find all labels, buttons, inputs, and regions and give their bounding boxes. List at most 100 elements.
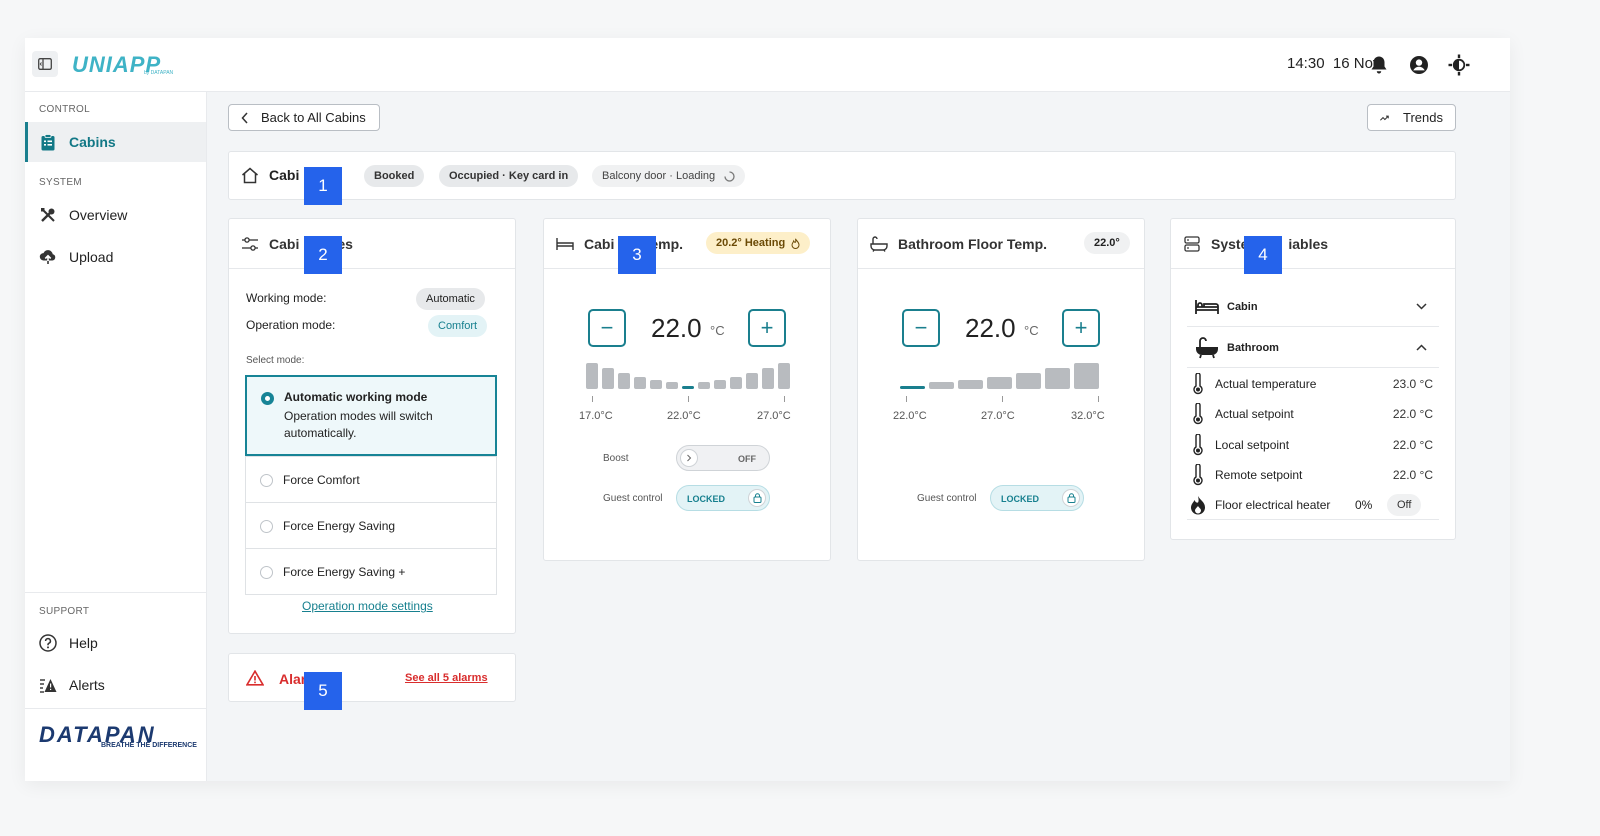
variable-row: Actual setpoint 22.0 °C bbox=[1187, 399, 1439, 429]
bathroom-scale-min: 22.0°C bbox=[893, 410, 927, 422]
uniapp-logo-sub: by DATAPAN bbox=[144, 70, 174, 76]
sidebar-item-cabins[interactable]: Cabins bbox=[25, 122, 206, 162]
heater-percent: 0% bbox=[1355, 497, 1373, 512]
radio-icon bbox=[260, 566, 273, 579]
mode-option-label: Automatic working mode bbox=[284, 390, 428, 404]
theme-toggle-button[interactable] bbox=[1447, 53, 1471, 77]
variable-row: Local setpoint 22.0 °C bbox=[1187, 430, 1439, 460]
bathroom-temp-decrease-button[interactable]: − bbox=[902, 309, 940, 347]
cabin-guest-control-toggle[interactable]: LOCKED bbox=[676, 485, 770, 511]
sidebar-item-upload[interactable]: Upload bbox=[25, 237, 206, 277]
scale-bar bbox=[682, 386, 694, 389]
bathroom-temp-badge: 22.0° bbox=[1084, 232, 1130, 254]
minus-icon: − bbox=[600, 315, 614, 340]
clipboard-icon bbox=[39, 133, 57, 151]
bathroom-scale-max: 32.0°C bbox=[1071, 410, 1105, 422]
sidebar-toggle-button[interactable] bbox=[32, 51, 58, 77]
thermometer-icon bbox=[1187, 434, 1209, 456]
chevron-up-icon bbox=[1416, 344, 1427, 351]
system-variables-card: Syste iables Cabin Bathroom Actual tempe… bbox=[1170, 218, 1456, 540]
scale-tick bbox=[592, 396, 593, 402]
variable-label: Remote setpoint bbox=[1215, 468, 1303, 482]
lock-icon bbox=[1062, 489, 1080, 507]
bathroom-guest-control-toggle[interactable]: LOCKED bbox=[990, 485, 1084, 511]
thermometer-icon bbox=[1187, 464, 1209, 486]
marker-3: 3 bbox=[618, 236, 656, 274]
cabin-temp-value: 22.0 bbox=[651, 313, 702, 343]
scale-bar bbox=[618, 373, 630, 389]
cabin-scale-max: 27.0°C bbox=[757, 410, 791, 422]
mode-option-force-energy-saving-plus[interactable]: Force Energy Saving + bbox=[245, 548, 497, 595]
bathroom-temp-increase-button[interactable]: + bbox=[1062, 309, 1100, 347]
guest-control-state: LOCKED bbox=[687, 494, 725, 504]
scale-bar bbox=[650, 380, 662, 389]
scale-bar bbox=[698, 382, 710, 389]
flame-icon bbox=[1187, 495, 1209, 515]
variable-row: Remote setpoint 22.0 °C bbox=[1187, 460, 1439, 490]
marker-5: 5 bbox=[304, 672, 342, 710]
scale-bar bbox=[666, 382, 678, 389]
operation-mode-settings-link[interactable]: Operation mode settings bbox=[302, 599, 433, 613]
mode-option-force-comfort[interactable]: Force Comfort bbox=[245, 456, 497, 503]
sidebar-section-system: SYSTEM bbox=[39, 177, 82, 188]
guest-control-state: LOCKED bbox=[1001, 494, 1039, 504]
variable-value: 23.0 °C bbox=[1392, 377, 1433, 391]
scale-tick bbox=[784, 396, 785, 402]
balcony-label: Balcony door · Loading bbox=[602, 170, 716, 182]
boost-label: Boost bbox=[603, 453, 629, 464]
warning-triangle-icon bbox=[246, 670, 264, 686]
scale-bar bbox=[958, 380, 983, 389]
accordion-bathroom[interactable]: Bathroom bbox=[1187, 328, 1439, 368]
see-all-alarms-link[interactable]: See all 5 alarms bbox=[405, 672, 488, 684]
cabin-temp-decrease-button[interactable]: − bbox=[588, 309, 626, 347]
chevron-right-icon bbox=[680, 449, 698, 467]
accordion-cabin-label: Cabin bbox=[1227, 300, 1258, 313]
scale-bar bbox=[586, 363, 598, 389]
back-button[interactable]: Back to All Cabins bbox=[228, 104, 380, 131]
bathtub-icon bbox=[870, 235, 888, 253]
system-variables-header: Syste iables bbox=[1171, 219, 1455, 269]
mode-option-label: Force Comfort bbox=[283, 473, 360, 487]
heater-label: Floor electrical heater bbox=[1215, 497, 1331, 512]
bathroom-temp-card: Bathroom Floor Temp. 22.0° − 22.0 °C + 2… bbox=[857, 218, 1145, 561]
bathroom-temp-value: 22.0 bbox=[965, 313, 1016, 343]
sidebar-item-alerts[interactable]: Alerts bbox=[25, 665, 206, 705]
chevron-down-icon bbox=[1416, 303, 1427, 310]
cabin-modes-card: Cabi es Working mode: Automatic Operatio… bbox=[228, 218, 516, 634]
cabin-temp-increase-button[interactable]: + bbox=[748, 309, 786, 347]
heating-badge-label: 20.2° Heating bbox=[716, 237, 786, 249]
trends-button[interactable]: Trends bbox=[1367, 104, 1456, 131]
user-circle-icon bbox=[1410, 56, 1428, 74]
trends-button-label: Trends bbox=[1403, 110, 1443, 125]
guest-control-label: Guest control bbox=[917, 493, 977, 504]
datapan-tagline: BREATHE THE DIFFERENCE bbox=[101, 742, 197, 749]
variable-label: Local setpoint bbox=[1215, 438, 1290, 452]
mode-option-automatic[interactable]: Automatic working mode Operation modes w… bbox=[245, 375, 497, 456]
working-mode-label: Working mode: bbox=[246, 291, 327, 305]
operation-mode-badge: Comfort bbox=[428, 315, 488, 337]
account-button[interactable] bbox=[1407, 53, 1431, 77]
variable-value: 22.0 °C bbox=[1392, 468, 1433, 482]
bathroom-scale-mid: 27.0°C bbox=[981, 410, 1015, 422]
variable-value: 22.0 °C bbox=[1392, 438, 1433, 452]
boost-toggle[interactable]: OFF bbox=[676, 445, 770, 471]
sidebar-item-label: Alerts bbox=[69, 677, 105, 693]
radio-icon bbox=[260, 520, 273, 533]
alerts-icon bbox=[39, 676, 57, 694]
system-variables-title: Syste bbox=[1211, 235, 1249, 252]
sidebar-divider bbox=[25, 708, 206, 709]
clock-time: 14:30 bbox=[1287, 55, 1325, 72]
mode-option-force-energy-saving[interactable]: Force Energy Saving bbox=[245, 502, 497, 549]
radio-icon bbox=[260, 474, 273, 487]
sidebar-item-help[interactable]: Help bbox=[25, 623, 206, 663]
notifications-button[interactable] bbox=[1367, 53, 1391, 77]
cabin-temp-title: Cabi bbox=[584, 235, 615, 252]
sidebar-divider bbox=[25, 592, 206, 593]
bathroom-temp-scale bbox=[900, 361, 1099, 389]
accordion-cabin[interactable]: Cabin bbox=[1187, 287, 1439, 327]
sliders-icon bbox=[241, 235, 259, 253]
scale-bar bbox=[602, 368, 614, 389]
heating-badge: 20.2° Heating bbox=[706, 232, 811, 254]
tools-icon bbox=[39, 206, 57, 224]
sidebar-item-overview[interactable]: Overview bbox=[25, 195, 206, 235]
